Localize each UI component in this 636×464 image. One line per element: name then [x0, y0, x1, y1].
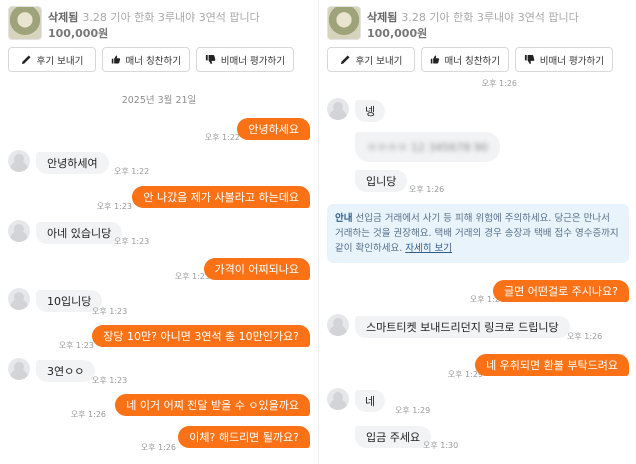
- message-time: 오후 1:29: [395, 406, 431, 415]
- message-mine: 장당 10만? 아니면 3연석 총 10만인가요?: [92, 325, 310, 347]
- message-time: 오후 1:26: [409, 185, 445, 194]
- chat-pane-right: 삭제됨 3.28 기아 한화 3루내야 3연석 팝니다 100,000원 후기 보…: [318, 0, 636, 464]
- pencil-icon: [340, 55, 350, 65]
- avatar: [8, 220, 30, 242]
- date-divider: 2025년 3월 21일: [121, 95, 197, 106]
- notice-label: 안내: [335, 213, 353, 224]
- avatar: [8, 150, 30, 172]
- blurred-account-number: ㅇㅇㅇㅇ 12 345678 90: [367, 141, 488, 154]
- message-other: 3연ㅇㅇ: [36, 360, 96, 382]
- chat-log[interactable]: 2025년 3월 21일 오후 1:22 안녕하세요 안녕하세여 오후 1:22…: [0, 78, 318, 464]
- message-other: 넹: [355, 100, 386, 122]
- manner-button[interactable]: 매너 칭찬하기: [421, 47, 509, 72]
- message-time: 오후 1:22: [114, 167, 150, 176]
- message-other: 아네 있습니당: [36, 222, 123, 244]
- product-status: 삭제됨: [367, 11, 398, 24]
- message-other: 안녕하세여: [36, 152, 109, 174]
- bad-manner-button[interactable]: 비매너 평가하기: [515, 47, 613, 72]
- review-button[interactable]: 후기 보내기: [327, 47, 415, 72]
- message-other: 네: [355, 390, 386, 412]
- message-time: 오후 1:26: [140, 443, 176, 452]
- chat-pane-left: 삭제됨 3.28 기아 한화 3루내야 3연석 팝니다 100,000원 후기 보…: [0, 0, 318, 464]
- message-other: 입니당: [355, 170, 408, 192]
- message-other: 스마트티켓 보내드리던지 링크로 드립니당: [355, 316, 570, 338]
- chat-log[interactable]: 오후 1:26 넹 ㅇㅇㅇㅇ 12 345678 90 입니당 오후 1:26 …: [319, 78, 636, 464]
- product-title-row: 삭제됨 3.28 기아 한화 3루내야 3연석 팝니다: [367, 9, 579, 25]
- product-status: 삭제됨: [48, 11, 79, 24]
- message-time: 오후 1:23: [92, 376, 128, 385]
- avatar: [327, 388, 349, 410]
- message-time: 오후 1:23: [58, 341, 94, 350]
- message-mine: 안 나갔음 제가 사볼라고 하는데요: [132, 186, 310, 208]
- thumbs-up-icon: [111, 55, 121, 64]
- thumbs-up-icon: [430, 55, 440, 64]
- message-mine: 가격이 어찌되나요: [203, 258, 310, 280]
- product-title-row: 삭제됨 3.28 기아 한화 3루내야 3연석 팝니다: [48, 9, 260, 25]
- product-title: 3.28 기아 한화 3루내야 3연석 팝니다: [82, 11, 260, 24]
- product-price: 100,000원: [48, 27, 109, 40]
- notice-link[interactable]: 자세히 보기: [405, 243, 452, 254]
- message-time: 오후 1:30: [423, 441, 459, 450]
- product-header[interactable]: 삭제됨 3.28 기아 한화 3루내야 3연석 팝니다 100,000원: [8, 6, 318, 40]
- message-mine: 네 우취되면 환불 부탁드려요: [475, 354, 629, 376]
- action-bar: 후기 보내기 매너 칭찬하기 비매너 평가하기: [8, 47, 294, 72]
- bad-manner-button[interactable]: 비매너 평가하기: [196, 47, 294, 72]
- safety-notice: 안내 선입금 거래에서 사기 등 피해 위험에 주의하세요. 당근은 만나서 거래…: [327, 204, 629, 263]
- thumbs-down-icon: [205, 55, 216, 64]
- message-mine: 네 이거 어찌 전달 받을 수 ㅇ있을까요: [115, 394, 310, 416]
- product-thumbnail: [327, 6, 361, 40]
- product-header[interactable]: 삭제됨 3.28 기아 한화 3루내야 3연석 팝니다 100,000원: [327, 6, 636, 40]
- notice-text: 선입금 거래에서 사기 등 피해 위험에 주의하세요. 당근은 만나서 거래하는…: [335, 213, 619, 254]
- message-time: 오후 1:23: [92, 307, 128, 316]
- review-button[interactable]: 후기 보내기: [8, 47, 96, 72]
- pencil-icon: [21, 55, 31, 65]
- message-time: 오후 1:26: [481, 79, 517, 88]
- avatar: [8, 288, 30, 310]
- avatar: [327, 98, 349, 120]
- message-time: 오후 1:26: [70, 410, 106, 419]
- message-time: 오후 1:23: [96, 202, 132, 211]
- thumbs-down-icon: [524, 55, 535, 64]
- product-thumbnail: [8, 6, 42, 40]
- manner-button[interactable]: 매너 칭찬하기: [102, 47, 190, 72]
- action-bar: 후기 보내기 매너 칭찬하기 비매너 평가하기: [327, 47, 613, 72]
- message-time: 오후 1:26: [567, 332, 603, 341]
- message-mine: 이체? 해드리면 될까요?: [178, 426, 310, 448]
- avatar: [327, 314, 349, 336]
- message-other: 입금 주세요: [355, 426, 432, 448]
- message-time: 오후 1:22: [204, 133, 240, 142]
- message-blurred: ㅇㅇㅇㅇ 12 345678 90: [355, 132, 500, 162]
- message-mine: 글면 어떤걸로 주시나요?: [492, 280, 629, 302]
- message-mine: 안녕하세요: [237, 118, 310, 140]
- message-time: 오후 1:23: [114, 237, 150, 246]
- product-title: 3.28 기아 한화 3루내야 3연석 팝니다: [401, 11, 579, 24]
- product-price: 100,000원: [367, 27, 428, 40]
- avatar: [8, 358, 30, 380]
